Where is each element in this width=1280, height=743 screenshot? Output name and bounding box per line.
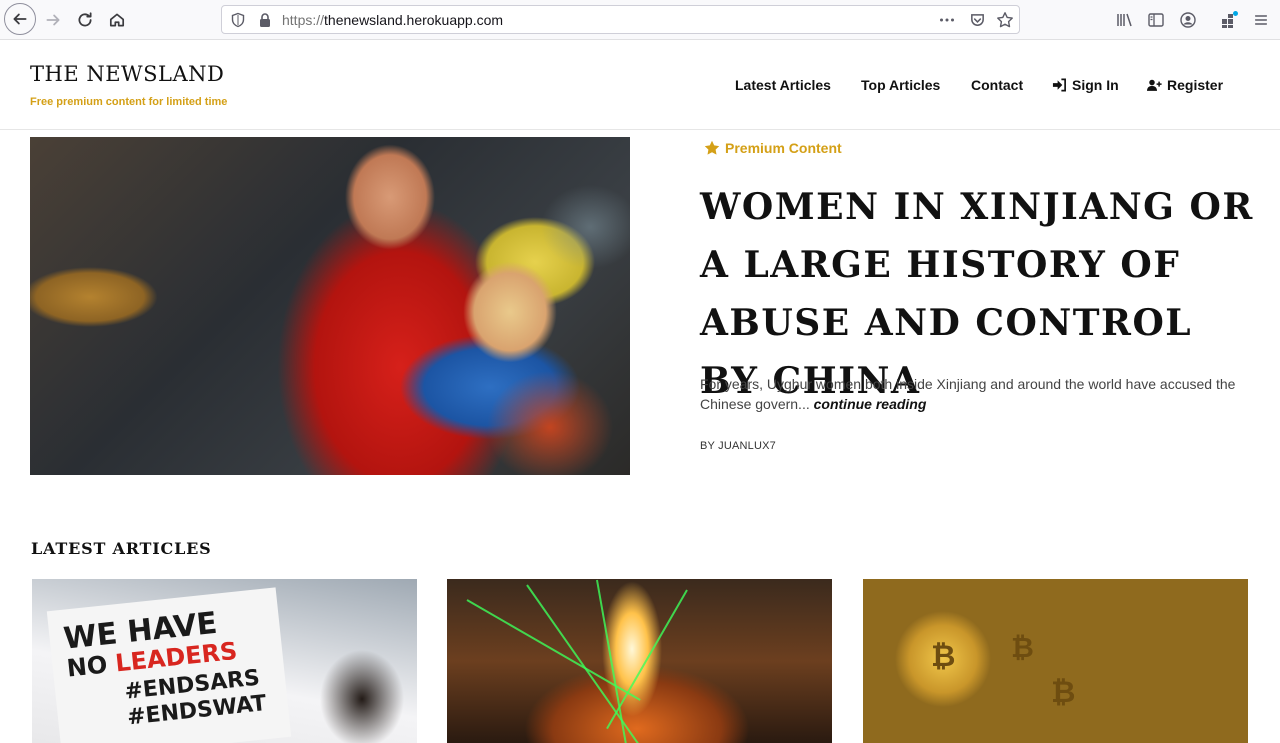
home-icon: [109, 13, 125, 27]
hamburger-menu-icon[interactable]: [1251, 10, 1271, 30]
premium-content-badge: Premium Content: [704, 140, 842, 156]
url-protocol: https://: [282, 12, 325, 28]
article-card[interactable]: WE HAVE NO LEADERS #ENDSARS #ENDSWAT: [32, 579, 417, 743]
library-icon[interactable]: [1115, 10, 1135, 30]
nav-sign-in-label: Sign In: [1072, 77, 1119, 93]
url-host: thenewsland.herokuapp.com: [324, 12, 504, 28]
laser-beam: [526, 584, 655, 743]
protest-sign: WE HAVE NO LEADERS #ENDSARS #ENDSWAT: [46, 587, 292, 743]
extensions-icon[interactable]: [1219, 10, 1239, 30]
pocket-icon[interactable]: [968, 11, 986, 29]
sidebar-icon[interactable]: [1146, 10, 1166, 30]
featured-article-byline: BY JUANLUX7: [700, 440, 776, 452]
forward-button[interactable]: [38, 5, 68, 35]
article-card[interactable]: ₿ ₿ ₿: [863, 579, 1248, 743]
site-tagline: Free premium content for limited time: [30, 96, 228, 108]
nav-register[interactable]: Register: [1147, 77, 1223, 93]
page-actions-icon[interactable]: [938, 11, 956, 29]
sign-line-2a: NO: [65, 649, 117, 683]
sign-in-icon: [1052, 78, 1066, 92]
site-logo[interactable]: THE NEWSLAND: [30, 62, 224, 86]
featured-article-excerpt: For years, Uyghur women both inside Xinj…: [700, 374, 1260, 414]
nav-contact[interactable]: Contact: [971, 77, 1023, 93]
site-header: THE NEWSLAND Free premium content for li…: [0, 40, 1280, 130]
lock-icon[interactable]: [258, 12, 272, 28]
tracking-shield-icon[interactable]: [230, 12, 246, 28]
user-plus-icon: [1147, 79, 1162, 91]
star-icon: [704, 140, 720, 155]
bitcoin-coin-icon: ₿: [1051, 675, 1076, 710]
continue-reading-link[interactable]: continue reading: [814, 396, 927, 412]
forward-arrow-icon: [46, 14, 60, 26]
browser-toolbar: https://thenewsland.herokuapp.com: [0, 0, 1280, 40]
laser-beam: [606, 589, 688, 730]
article-card[interactable]: [447, 579, 832, 743]
bitcoin-coin-icon: ₿: [931, 639, 956, 674]
latest-articles-heading: LATEST ARTICLES: [31, 539, 212, 558]
reload-icon: [78, 12, 92, 27]
account-icon[interactable]: [1178, 10, 1198, 30]
back-button[interactable]: [4, 3, 36, 35]
nav-sign-in[interactable]: Sign In: [1052, 77, 1119, 93]
back-arrow-icon: [13, 13, 27, 25]
premium-content-label: Premium Content: [725, 140, 842, 156]
url-text[interactable]: https://thenewsland.herokuapp.com: [282, 12, 503, 28]
address-bar[interactable]: https://thenewsland.herokuapp.com: [221, 5, 1020, 34]
bitcoin-coin-icon: ₿: [1011, 631, 1034, 664]
home-button[interactable]: [102, 5, 132, 35]
excerpt-text: For years, Uyghur women both inside Xinj…: [700, 376, 1236, 412]
reload-button[interactable]: [70, 5, 100, 35]
featured-article-image[interactable]: [30, 137, 630, 475]
nav-register-label: Register: [1167, 77, 1224, 93]
nav-top-articles[interactable]: Top Articles: [861, 77, 940, 93]
bookmark-star-icon[interactable]: [996, 11, 1014, 29]
nav-latest-articles[interactable]: Latest Articles: [735, 77, 831, 93]
